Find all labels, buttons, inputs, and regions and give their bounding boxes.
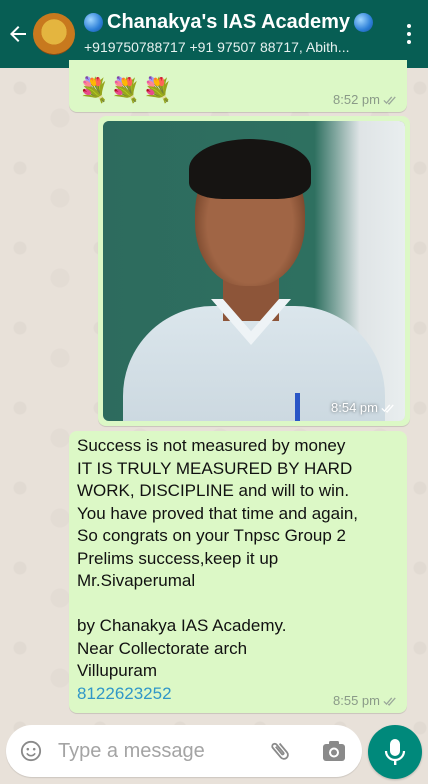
title-row[interactable]: Chanakya's IAS Academy xyxy=(84,11,374,34)
bouquet-emoji: 💐💐💐 xyxy=(79,77,175,104)
globe-icon xyxy=(354,13,374,32)
chat-title: Chanakya's IAS Academy xyxy=(107,11,351,33)
message-bubble-outgoing[interactable]: 💐💐💐 8:52 pm xyxy=(69,60,407,112)
more-vert-icon[interactable] xyxy=(406,24,412,46)
message-input-placeholder[interactable]: Type a message xyxy=(58,740,205,763)
double-check-icon xyxy=(383,96,396,105)
image-message-bubble[interactable]: 8:54 pm xyxy=(98,116,410,426)
message-bubble-outgoing[interactable]: Success is not measured by money IT IS T… xyxy=(69,431,407,713)
shared-photo[interactable]: 8:54 pm xyxy=(103,121,405,421)
message-body: Success is not measured by money IT IS T… xyxy=(77,436,359,680)
globe-icon xyxy=(84,13,103,32)
emoji-icon[interactable] xyxy=(20,740,42,762)
phone-link[interactable]: 8122623252 xyxy=(77,684,172,703)
group-avatar[interactable] xyxy=(33,13,75,55)
paperclip-icon[interactable] xyxy=(268,739,292,763)
chat-header: Chanakya's IAS Academy +919750788717 +91… xyxy=(0,0,428,68)
message-text: Success is not measured by money IT IS T… xyxy=(77,435,397,705)
chat-participants[interactable]: +919750788717 +91 97507 88717, Abith... xyxy=(84,39,384,55)
message-time: 8:54 pm xyxy=(331,400,378,415)
message-time: 8:52 pm xyxy=(333,92,380,107)
message-meta: 8:55 pm xyxy=(333,693,397,708)
camera-icon[interactable] xyxy=(322,740,346,762)
message-composer[interactable]: Type a message xyxy=(6,725,362,777)
message-meta: 8:52 pm xyxy=(333,92,397,107)
voice-record-button[interactable] xyxy=(368,725,422,779)
message-meta: 8:54 pm xyxy=(331,400,395,415)
message-time: 8:55 pm xyxy=(333,693,380,708)
double-check-icon xyxy=(381,404,394,413)
double-check-icon xyxy=(383,697,396,706)
back-arrow-icon[interactable] xyxy=(6,20,30,48)
mic-icon xyxy=(384,739,406,765)
